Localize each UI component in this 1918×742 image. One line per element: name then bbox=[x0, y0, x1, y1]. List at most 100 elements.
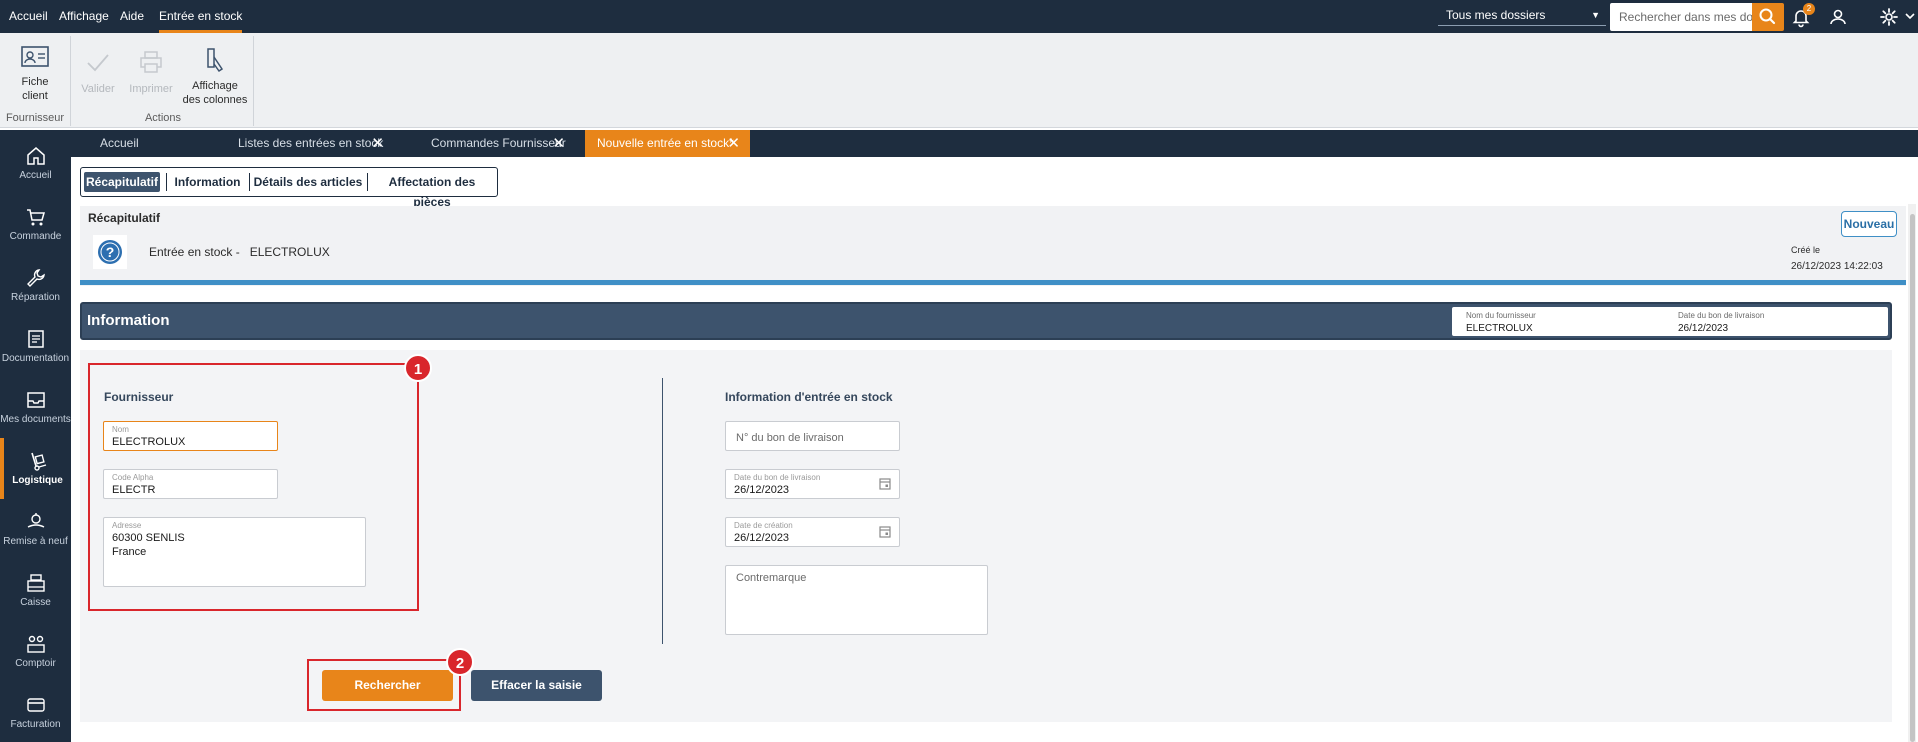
column-divider bbox=[662, 378, 663, 644]
dossier-select-value: Tous mes dossiers bbox=[1446, 8, 1546, 22]
calendar-icon[interactable] bbox=[879, 477, 891, 490]
recap-entry-label: Entrée en stock - ELECTROLUX bbox=[149, 245, 330, 259]
ribbon-separator bbox=[253, 36, 254, 126]
subtab-information[interactable]: Information bbox=[170, 172, 245, 192]
user-button[interactable] bbox=[1826, 5, 1850, 29]
nav-logistique[interactable]: Logistique bbox=[0, 438, 71, 499]
recap-header bbox=[80, 206, 1906, 286]
nav-accueil[interactable]: Accueil bbox=[0, 133, 71, 194]
nav-label: Facturation bbox=[10, 719, 61, 730]
nav-reparation[interactable]: Réparation bbox=[0, 255, 71, 316]
highlight-box-fournisseur bbox=[88, 363, 419, 611]
delivery-date-label: Date du bon de livraison bbox=[1678, 311, 1765, 320]
fiche-client-label: Fiche client bbox=[21, 76, 49, 102]
subtab-separator bbox=[367, 173, 368, 191]
inbox-icon bbox=[26, 392, 45, 408]
subtab-separator bbox=[249, 173, 250, 191]
imprimer-button[interactable]: Imprimer bbox=[124, 50, 178, 96]
contremarque-placeholder: Contremarque bbox=[736, 572, 807, 584]
ribbon-group-actions: Actions bbox=[144, 112, 182, 124]
subtab-recapitulatif[interactable]: Récapitulatif bbox=[84, 172, 160, 192]
search-button[interactable] bbox=[1752, 3, 1784, 31]
settings-expand-button[interactable] bbox=[1904, 9, 1916, 23]
check-icon bbox=[87, 54, 109, 72]
gear-icon bbox=[1880, 8, 1898, 26]
columns-display-icon bbox=[207, 48, 224, 73]
wrench-icon bbox=[26, 269, 45, 287]
supplier-name-value: ELECTROLUX bbox=[1466, 323, 1533, 334]
supplier-name-label: Nom du fournisseur bbox=[1466, 311, 1536, 320]
created-value: 26/12/2023 14:22:03 bbox=[1791, 261, 1883, 272]
menu-accueil[interactable]: Accueil bbox=[9, 0, 48, 33]
close-icon[interactable]: ✕ bbox=[727, 130, 740, 157]
nav-commande[interactable]: Commande bbox=[0, 194, 71, 255]
search-input[interactable]: Rechercher dans mes dossiers bbox=[1610, 3, 1753, 31]
menu-entree-en-stock[interactable]: Entrée en stock bbox=[159, 0, 243, 33]
ribbon bbox=[0, 33, 1918, 128]
menu-aide[interactable]: Aide bbox=[120, 0, 144, 33]
delivery-date-value: 26/12/2023 bbox=[1678, 323, 1729, 334]
nouveau-button[interactable]: Nouveau bbox=[1841, 211, 1897, 237]
highlight-box-rechercher bbox=[307, 659, 461, 711]
nav-facturation[interactable]: Facturation bbox=[0, 682, 71, 742]
printer-icon bbox=[140, 51, 162, 73]
affichage-colonnes-button[interactable]: Affichage des colonnes bbox=[180, 47, 250, 107]
ribbon-separator bbox=[70, 36, 71, 126]
tab-accueil[interactable]: Accueil bbox=[88, 130, 218, 157]
fiche-client-button[interactable]: Fiche client bbox=[10, 45, 60, 103]
contact-card-icon bbox=[21, 46, 49, 67]
tab-label: Listes des entrées en stock bbox=[238, 136, 384, 150]
document-icon bbox=[27, 330, 44, 348]
subtab-affectation-pieces[interactable]: Affectation des pièces bbox=[371, 172, 493, 209]
tab-nouvelle-entree[interactable]: Nouvelle entrée en stock* ✕ bbox=[585, 130, 750, 157]
nav-label: Logistique bbox=[12, 475, 63, 486]
recap-accent-line bbox=[80, 280, 1906, 285]
imprimer-label: Imprimer bbox=[129, 83, 173, 95]
nav-remise-a-neuf[interactable]: Remise à neuf bbox=[0, 499, 71, 560]
effacer-saisie-button[interactable]: Effacer la saisie bbox=[471, 670, 602, 701]
information-summary-card: Nom du fournisseur ELECTROLUX Date du bo… bbox=[1452, 307, 1888, 336]
nav-label: Commande bbox=[9, 231, 62, 242]
notification-badge: 2 bbox=[1803, 3, 1815, 15]
date-bon-field[interactable]: Date du bon de livraison 26/12/2023 bbox=[725, 469, 900, 499]
subtab-details-articles[interactable]: Détails des articles bbox=[253, 172, 363, 192]
nav-mes-documents[interactable]: Mes documents bbox=[0, 377, 71, 438]
nav-label: Caisse bbox=[20, 597, 51, 608]
affichage-colonnes-label: Affichage des colonnes bbox=[182, 80, 248, 106]
nav-documentation[interactable]: Documentation bbox=[0, 316, 71, 377]
cash-register-icon bbox=[26, 574, 45, 592]
close-icon[interactable]: ✕ bbox=[371, 130, 384, 157]
menu-affichage[interactable]: Affichage bbox=[59, 0, 109, 33]
hand-truck-icon bbox=[30, 452, 46, 471]
created-label: Créé le bbox=[1791, 245, 1821, 255]
valider-label: Valider bbox=[81, 83, 115, 95]
scrollbar-thumb[interactable] bbox=[1910, 214, 1915, 742]
question-icon: ? bbox=[98, 240, 122, 264]
contremarque-field[interactable]: Contremarque bbox=[725, 565, 988, 635]
search-icon bbox=[1759, 8, 1776, 25]
nav-label: Documentation bbox=[1, 353, 70, 364]
user-icon bbox=[1830, 9, 1846, 25]
date-creation-field[interactable]: Date de création 26/12/2023 bbox=[725, 517, 900, 547]
chevron-down-icon bbox=[1905, 13, 1915, 20]
bon-livraison-placeholder: N° du bon de livraison bbox=[736, 432, 844, 444]
settings-button[interactable] bbox=[1877, 5, 1901, 29]
valider-button[interactable]: Valider bbox=[76, 50, 120, 96]
nav-comptoir[interactable]: Comptoir bbox=[0, 621, 71, 682]
close-icon[interactable]: ✕ bbox=[552, 130, 565, 157]
subtab-separator bbox=[166, 173, 167, 191]
nav-label: Remise à neuf bbox=[3, 536, 68, 547]
calendar-icon[interactable] bbox=[879, 525, 891, 538]
tab-commandes-fournisseur[interactable]: Commandes Fournisseur ✕ bbox=[419, 130, 575, 157]
entree-title: Information d'entrée en stock bbox=[725, 390, 893, 404]
home-icon bbox=[26, 147, 45, 165]
information-title: Information bbox=[87, 312, 170, 329]
nav-caisse[interactable]: Caisse bbox=[0, 560, 71, 621]
dossier-select[interactable]: Tous mes dossiers ▼ bbox=[1438, 4, 1606, 26]
date-bon-value: 26/12/2023 bbox=[734, 484, 790, 496]
recap-title: Récapitulatif bbox=[88, 211, 161, 225]
tab-listes-entrees[interactable]: Listes des entrées en stock ✕ bbox=[226, 130, 394, 157]
tab-label: Commandes Fournisseur bbox=[431, 136, 566, 150]
bon-livraison-field[interactable]: N° du bon de livraison bbox=[725, 421, 900, 451]
nav-label: Comptoir bbox=[15, 658, 56, 669]
